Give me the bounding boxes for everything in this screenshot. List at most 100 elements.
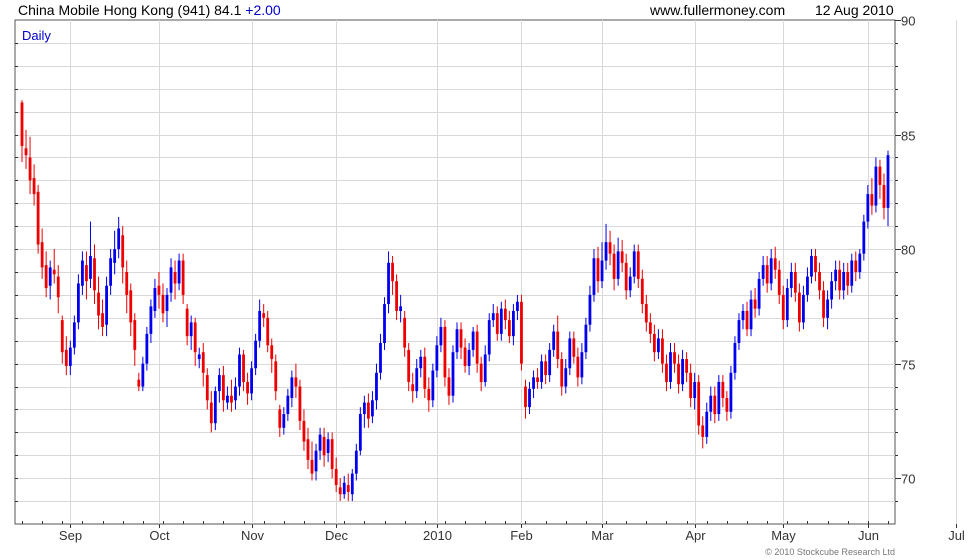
- candle: [451, 345, 455, 403]
- candle-body: [177, 260, 181, 284]
- candle-body: [358, 414, 362, 451]
- candle-body: [399, 306, 403, 311]
- candle-body: [721, 381, 725, 398]
- x-tick-label: 2010: [423, 528, 452, 543]
- candle-body: [564, 368, 568, 387]
- candle-body: [886, 155, 890, 208]
- candle-body: [169, 267, 173, 293]
- candle-body: [221, 375, 225, 401]
- candle-body: [693, 381, 697, 398]
- candle-body: [713, 395, 717, 415]
- candle-body: [342, 482, 346, 495]
- candle-body: [101, 313, 104, 327]
- candle-body: [60, 320, 64, 353]
- candle-body: [830, 281, 834, 300]
- candle-body: [391, 262, 394, 282]
- candle-body: [745, 310, 749, 330]
- x-tick-label: Dec: [325, 528, 349, 543]
- candle-body: [286, 395, 290, 415]
- candle-body: [226, 395, 229, 403]
- candle-body: [600, 260, 604, 282]
- candle-body: [648, 322, 652, 334]
- candle-body: [451, 352, 455, 396]
- candle-body: [72, 322, 76, 348]
- candle-body: [644, 304, 648, 323]
- candle-body: [298, 386, 302, 421]
- candle-body: [846, 272, 850, 286]
- y-tick-label: 75: [901, 358, 915, 373]
- candle-body: [677, 363, 680, 385]
- candle-body: [806, 276, 809, 295]
- candle-body: [217, 375, 221, 392]
- candle-body: [133, 320, 137, 350]
- x-tick-label: Jun: [858, 528, 879, 543]
- candle-body: [781, 294, 785, 321]
- candle-body: [137, 379, 141, 387]
- candle-body: [826, 299, 829, 318]
- candle-body: [479, 363, 483, 382]
- y-tick-label: 85: [901, 129, 915, 144]
- candle-body: [729, 372, 733, 412]
- candle-body: [185, 308, 189, 337]
- candle-body: [842, 272, 846, 291]
- candle-body: [36, 191, 40, 245]
- candle-body: [326, 439, 330, 453]
- candle-body: [197, 354, 201, 360]
- candle-body: [503, 308, 507, 321]
- candle-body: [769, 258, 773, 284]
- candle-body: [870, 194, 874, 206]
- y-tick-label: 80: [901, 243, 915, 258]
- candle-body: [612, 253, 616, 279]
- candle-body: [802, 294, 805, 323]
- candle-body: [435, 345, 439, 371]
- candle-body: [878, 166, 882, 185]
- candle-body: [44, 265, 48, 289]
- candle-body: [93, 258, 96, 291]
- candle-body: [834, 269, 838, 282]
- candle-body: [459, 329, 463, 348]
- candle-body: [48, 267, 52, 286]
- candle-body: [173, 272, 177, 284]
- candle-body: [499, 308, 503, 334]
- candle-body: [793, 272, 797, 293]
- candle-body: [632, 251, 636, 277]
- candle-body: [153, 288, 157, 311]
- candle-body: [262, 313, 266, 318]
- candle-body: [354, 450, 358, 474]
- candle-body: [439, 326, 443, 346]
- candle-body: [97, 292, 100, 316]
- candle-body: [556, 331, 560, 360]
- candle-body: [516, 301, 519, 311]
- candle-body: [415, 368, 419, 392]
- candle-body: [362, 402, 366, 415]
- candle-body: [105, 285, 108, 325]
- candle-body: [411, 384, 415, 392]
- candle: [487, 313, 491, 362]
- candle-body: [866, 194, 870, 222]
- candle-body: [536, 377, 539, 382]
- candle-body: [705, 411, 709, 437]
- candle-body: [125, 272, 129, 295]
- candle-body: [330, 439, 334, 470]
- candle-body: [85, 265, 88, 282]
- candle-body: [379, 343, 382, 373]
- candle-body: [258, 310, 262, 341]
- candle-body: [40, 242, 44, 268]
- candle-body: [665, 363, 668, 382]
- candle-body: [24, 148, 28, 156]
- candle-body: [201, 352, 205, 373]
- candle-body: [32, 178, 36, 195]
- candle-body: [113, 249, 117, 263]
- candle-body: [652, 333, 656, 353]
- candle-body: [76, 283, 80, 323]
- candle-body: [423, 356, 427, 389]
- candle-body: [552, 331, 556, 350]
- candle-body: [576, 356, 580, 378]
- candle-body: [681, 359, 684, 385]
- candle-body: [443, 326, 447, 378]
- candle-body: [89, 255, 92, 279]
- candle-body: [540, 361, 543, 382]
- candle-body: [818, 272, 821, 291]
- candle-body: [810, 255, 813, 277]
- candle-body: [266, 317, 270, 346]
